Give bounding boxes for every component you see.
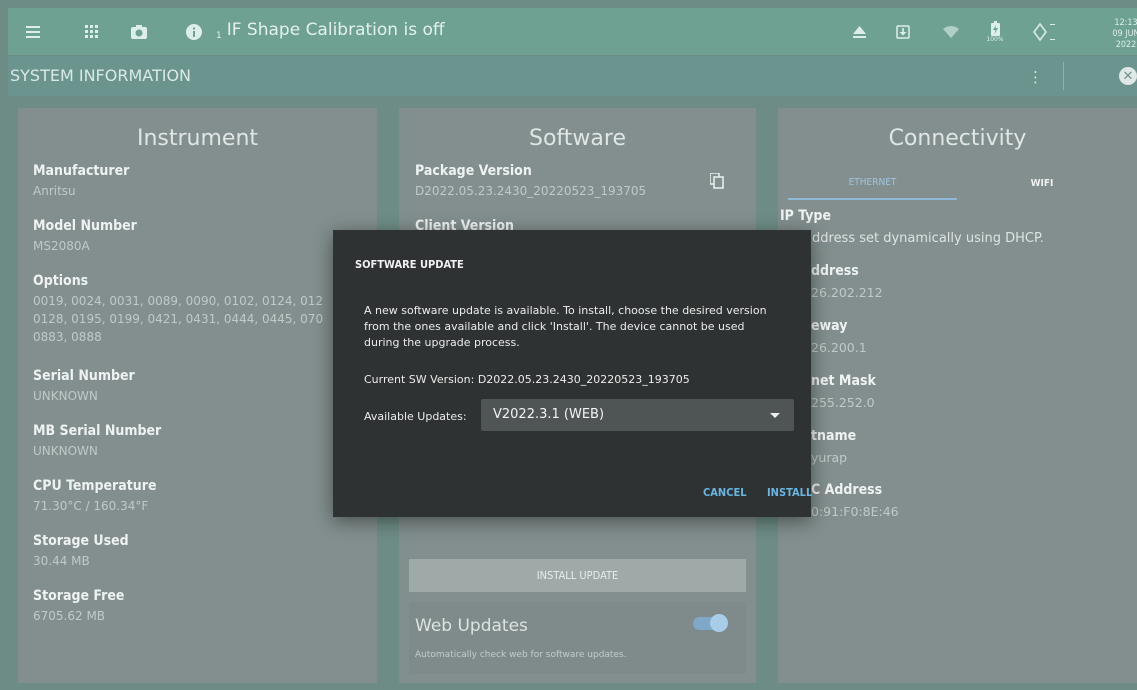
ip-type-label: IP Type — [780, 208, 831, 224]
options-value-line-2: 0128, 0195, 0199, 0421, 0431, 0444, 0445… — [33, 312, 324, 326]
package-version-label: Package Version — [415, 163, 532, 179]
tab-wifi[interactable]: WIFI — [957, 166, 1127, 200]
connectivity-title: Connectivity — [888, 126, 1027, 151]
available-updates-select[interactable]: V2022.3.1 (WEB) — [481, 399, 794, 431]
available-updates-label: Available Updates: — [364, 410, 467, 423]
storage-free-value: 6705.62 MB — [33, 609, 106, 623]
ip-address-value: 26.202.212 — [811, 285, 883, 300]
cpu-temperature-value: 71.30°C / 160.34°F — [33, 499, 149, 513]
install-button[interactable]: INSTALL — [767, 486, 812, 499]
gps-icon[interactable] — [1030, 8, 1058, 55]
download-icon[interactable] — [892, 8, 914, 55]
clock-date: 09 JUN 2022 — [1112, 29, 1137, 50]
mb-serial-number-label: MB Serial Number — [33, 423, 162, 439]
mb-serial-number-value: UNKNOWN — [33, 444, 98, 458]
clock: 12:13 09 JUN 2022 — [1106, 18, 1137, 51]
gateway-label: eway — [811, 318, 848, 334]
eject-icon[interactable] — [848, 8, 870, 55]
menu-icon[interactable] — [22, 8, 44, 55]
install-update-button[interactable]: INSTALL UPDATE — [409, 559, 746, 592]
connectivity-panel: Connectivity ETHERNET WIFI IP Type ddres… — [778, 108, 1137, 683]
status-message-text: IF Shape Calibration is off — [226, 20, 445, 40]
ip-type-value: ddress set dynamically using DHCP. — [812, 231, 1044, 246]
web-updates-toggle[interactable] — [693, 614, 728, 632]
ip-address-label: ddress — [811, 263, 859, 279]
copy-icon[interactable] — [709, 172, 724, 189]
battery-icon: 100% — [984, 8, 1006, 55]
wifi-icon[interactable] — [940, 8, 962, 55]
header-divider — [1063, 62, 1064, 90]
selected-update: V2022.3.1 (WEB) — [493, 407, 605, 422]
cancel-button[interactable]: CANCEL — [703, 486, 747, 499]
camera-icon[interactable] — [128, 8, 150, 55]
mac-address-value: 0:91:F0:8E:46 — [811, 504, 899, 519]
manufacturer-value: Anritsu — [33, 184, 76, 198]
battery-percent: 100% — [986, 35, 1004, 43]
storage-used-label: Storage Used — [33, 533, 129, 549]
page-title: SYSTEM INFORMATION — [10, 66, 192, 85]
top-status-bar: 1 IF Shape Calibration is off 100% 12:13 … — [8, 8, 1137, 55]
clock-time: 12:13 — [1114, 18, 1137, 28]
web-updates-label: Web Updates — [415, 616, 528, 636]
current-sw-version: Current SW Version: D2022.05.23.2430_202… — [364, 373, 690, 386]
instrument-panel: Instrument Manufacturer Anritsu Model Nu… — [18, 108, 377, 683]
status-message: 1 IF Shape Calibration is off — [216, 20, 445, 41]
web-updates-description: Automatically check web for software upd… — [415, 650, 627, 660]
toggle-knob — [710, 614, 728, 632]
info-subscript: 1 — [216, 31, 222, 41]
manufacturer-label: Manufacturer — [33, 163, 130, 179]
connectivity-tabs: ETHERNET WIFI — [788, 166, 1127, 200]
cpu-temperature-label: CPU Temperature — [33, 478, 157, 494]
more-options-icon[interactable]: ⋮ — [1028, 68, 1043, 86]
options-label: Options — [33, 273, 89, 289]
model-number-label: Model Number — [33, 218, 137, 234]
chevron-down-icon — [770, 413, 780, 418]
dialog-title: SOFTWARE UPDATE — [355, 258, 464, 271]
apps-grid-icon[interactable] — [80, 8, 102, 55]
options-value-line-1: 0019, 0024, 0031, 0089, 0090, 0102, 0124… — [33, 294, 324, 308]
storage-free-label: Storage Free — [33, 588, 125, 604]
hostname-label: tname — [811, 428, 857, 444]
options-value-line-3: 0883, 0888 — [33, 330, 102, 344]
tab-ethernet[interactable]: ETHERNET — [788, 166, 957, 200]
model-number-value: MS2080A — [33, 239, 90, 253]
gateway-value: 26.200.1 — [811, 340, 867, 355]
close-icon[interactable]: ✕ — [1119, 67, 1137, 85]
dialog-message: A new software update is available. To i… — [364, 304, 767, 349]
storage-used-value: 30.44 MB — [33, 554, 90, 568]
mac-address-label: C Address — [811, 482, 883, 498]
page-header: SYSTEM INFORMATION ⋮ ✕ — [8, 56, 1137, 96]
package-version-value: D2022.05.23.2430_20220523_193705 — [415, 184, 647, 198]
subnet-mask-label: net Mask — [811, 373, 876, 389]
software-title: Software — [529, 126, 626, 151]
subnet-mask-value: 255.252.0 — [811, 395, 875, 410]
hostname-value: yurap — [811, 450, 848, 465]
instrument-title: Instrument — [136, 126, 259, 151]
software-update-dialog: SOFTWARE UPDATE A new software update is… — [333, 230, 812, 517]
serial-number-label: Serial Number — [33, 368, 135, 384]
serial-number-value: UNKNOWN — [33, 389, 98, 403]
web-updates-card: Web Updates Automatically check web for … — [409, 602, 746, 674]
info-icon[interactable] — [183, 8, 205, 55]
